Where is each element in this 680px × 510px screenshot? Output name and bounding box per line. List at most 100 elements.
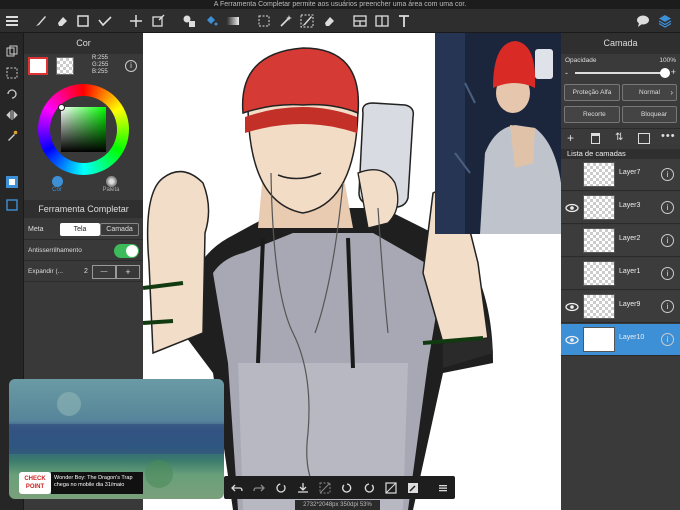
tab-palette[interactable]: Paleta <box>98 176 124 193</box>
layer-row[interactable]: Layer2 i <box>561 225 680 257</box>
rotate-right-icon[interactable] <box>361 480 376 495</box>
eyedropper-icon[interactable] <box>3 127 21 145</box>
eye-icon[interactable] <box>565 333 579 347</box>
layer-list-title: Lista de camadas <box>561 149 680 159</box>
layer-panel: Camada Opacidade 100% - + Proteção Alfa … <box>561 33 680 510</box>
gradient-tool-icon[interactable] <box>224 12 242 30</box>
canvas-options-icon[interactable] <box>405 480 420 495</box>
expand-increase-button[interactable]: + <box>116 265 140 279</box>
primary-color-swatch[interactable] <box>28 57 48 75</box>
move-tool-icon[interactable] <box>127 12 145 30</box>
layer-thumbnail <box>583 261 615 286</box>
lock-button[interactable]: Bloquear <box>622 106 677 123</box>
rotate-icon[interactable] <box>3 85 21 103</box>
video-ad-overlay[interactable]: CHECK POINT Wonder Boy: The Dragon's Tra… <box>9 379 224 499</box>
canvas-status: 2732*2048px 350dpi 53% <box>295 500 380 510</box>
layer-info-icon[interactable]: i <box>661 201 674 214</box>
add-layer-icon[interactable]: + <box>567 131 574 145</box>
layers-icon[interactable] <box>656 12 674 30</box>
reference-photo[interactable] <box>435 33 561 234</box>
tab-color[interactable]: Cor <box>44 176 70 193</box>
color-panel-toggle-icon[interactable] <box>3 173 21 191</box>
opacity-plus-icon[interactable]: + <box>671 68 676 77</box>
transform-tool-icon[interactable] <box>149 12 167 30</box>
layer-row[interactable]: Layer10 i <box>561 324 680 356</box>
eraser-tool-icon[interactable] <box>53 12 71 30</box>
layer-thumbnail-icon[interactable] <box>638 133 650 144</box>
layer-name: Layer7 <box>619 169 641 176</box>
antialias-toggle[interactable] <box>114 244 139 258</box>
move-layer-icon[interactable]: ⇅ <box>615 132 623 143</box>
clipping-button[interactable]: Recorte <box>564 106 620 123</box>
layer-thumbnail <box>583 294 615 319</box>
expand-value: 2 <box>84 268 88 275</box>
secondary-color-swatch[interactable] <box>56 57 74 75</box>
select-clear-icon[interactable] <box>3 64 21 82</box>
layer-row[interactable]: Layer1 i <box>561 258 680 290</box>
frame-tool-icon[interactable] <box>351 12 369 30</box>
snap-tool-icon[interactable] <box>96 12 114 30</box>
lock-label: Bloquear <box>641 111 668 118</box>
opacity-minus-icon[interactable]: - <box>565 69 568 78</box>
layer-thumbnail <box>583 162 615 187</box>
target-canvas-button[interactable]: Tela <box>60 223 100 236</box>
color-info-icon[interactable]: i <box>125 60 137 72</box>
layer-info-icon[interactable]: i <box>661 300 674 313</box>
select-eraser-icon[interactable] <box>320 12 338 30</box>
opacity-slider[interactable] <box>575 68 670 78</box>
target-layer-button[interactable]: Camada <box>100 223 139 236</box>
layer-row[interactable]: Layer3 i <box>561 192 680 224</box>
fill-color-icon[interactable] <box>180 12 198 30</box>
flip-icon[interactable] <box>3 106 21 124</box>
comment-icon[interactable] <box>634 12 652 30</box>
layer-name: Layer1 <box>619 268 641 275</box>
alpha-protect-button[interactable]: Proteção Alfa <box>564 84 620 101</box>
layer-row[interactable]: Layer7 i <box>561 159 680 191</box>
layer-info-icon[interactable]: i <box>661 234 674 247</box>
layer-row[interactable]: Layer9 i <box>561 291 680 323</box>
shape-tool-icon[interactable] <box>74 12 92 30</box>
expand-label: Expandir (... <box>28 268 64 275</box>
more-menu-icon[interactable] <box>435 480 450 495</box>
hide-ui-icon[interactable] <box>383 480 398 495</box>
top-toolbar <box>0 9 680 33</box>
reference-photo-image <box>435 33 561 234</box>
layer-info-icon[interactable]: i <box>661 168 674 181</box>
hue-wheel[interactable] <box>38 84 129 175</box>
bucket-tool-icon[interactable] <box>202 12 220 30</box>
select-tool-icon[interactable] <box>255 12 273 30</box>
deselect-icon[interactable] <box>317 480 332 495</box>
layer-panel-title: Camada <box>561 33 680 54</box>
undo-icon[interactable] <box>229 480 244 495</box>
select-pen-icon[interactable] <box>298 12 316 30</box>
brush-tool-icon[interactable] <box>32 12 50 30</box>
eye-icon[interactable] <box>565 300 579 314</box>
rotate-left-icon[interactable] <box>339 480 354 495</box>
brush-panel-toggle-icon[interactable] <box>3 196 21 214</box>
import-icon[interactable] <box>295 480 310 495</box>
menu-icon[interactable] <box>3 12 21 30</box>
layer-name: Layer9 <box>619 301 641 308</box>
antialias-label: Antisserrilhamento <box>28 247 82 254</box>
more-options-icon[interactable]: ••• <box>661 130 676 142</box>
text-tool-icon[interactable] <box>395 12 413 30</box>
delete-layer-icon[interactable] <box>591 133 600 144</box>
layer-info-icon[interactable]: i <box>661 333 674 346</box>
magic-wand-icon[interactable] <box>277 12 295 30</box>
color-picker-handle[interactable] <box>58 104 65 111</box>
layer-thumbnail <box>583 228 615 253</box>
expand-decrease-button[interactable]: — <box>92 265 116 279</box>
clipping-label: Recorte <box>583 111 606 118</box>
layer-list: Layer7 i Layer3 i Layer2 i Layer1 i Layer9 i Layer… <box>561 159 680 359</box>
opacity-slider-handle[interactable] <box>660 68 670 78</box>
saturation-value-square[interactable] <box>61 107 106 152</box>
redo-icon[interactable] <box>251 480 266 495</box>
tool-settings-title: Ferramenta Completar <box>24 200 143 218</box>
refresh-icon[interactable] <box>273 480 288 495</box>
divide-tool-icon[interactable] <box>373 12 391 30</box>
layer-info-icon[interactable]: i <box>661 267 674 280</box>
eye-icon[interactable] <box>565 201 579 215</box>
copy-icon[interactable] <box>3 42 21 60</box>
blend-mode-select[interactable]: Normal › <box>622 84 677 101</box>
tab-color-label: Cor <box>52 187 62 193</box>
